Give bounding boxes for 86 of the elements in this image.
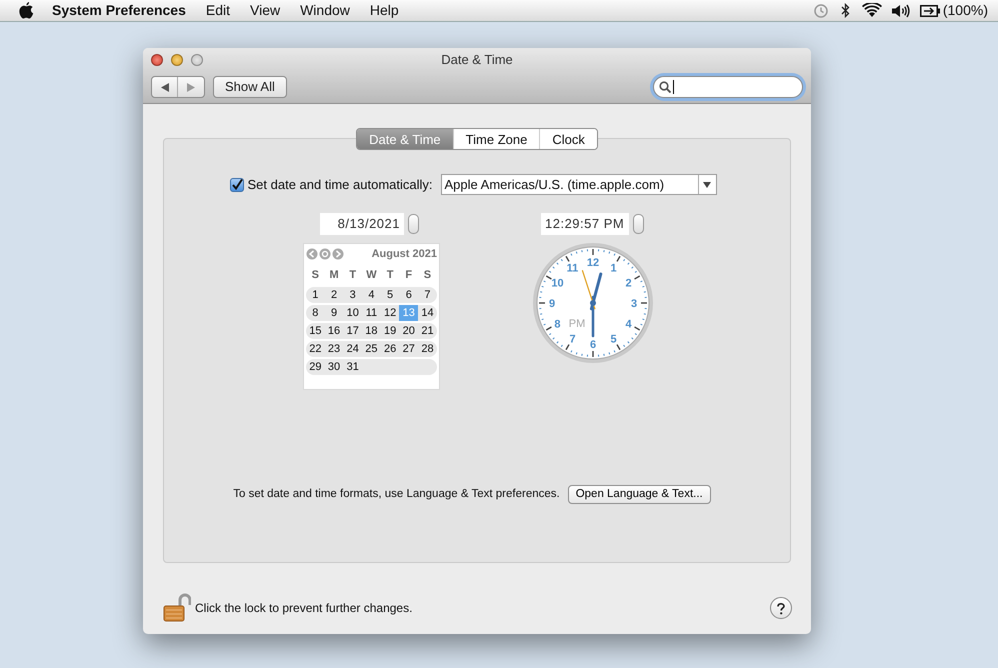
calendar-day[interactable]: 22 bbox=[306, 341, 325, 357]
lock-label: Click the lock to prevent further changes. bbox=[195, 600, 412, 617]
help-icon bbox=[777, 603, 785, 616]
app-menu[interactable]: System Preferences bbox=[52, 0, 186, 21]
calendar-day[interactable]: 23 bbox=[324, 341, 344, 357]
menu-item[interactable]: View bbox=[250, 0, 280, 21]
time-machine-icon[interactable] bbox=[812, 2, 829, 18]
bluetooth-icon[interactable] bbox=[840, 3, 850, 18]
close-button[interactable] bbox=[151, 54, 163, 66]
calendar-day[interactable]: 15 bbox=[306, 323, 325, 339]
weekday-label: W bbox=[365, 268, 378, 282]
weekday-label: F bbox=[404, 268, 414, 282]
date-stepper[interactable] bbox=[408, 214, 419, 234]
search-icon bbox=[659, 81, 671, 93]
apple-logo-icon[interactable] bbox=[19, 2, 34, 19]
calendar-day[interactable]: 10 bbox=[343, 305, 362, 321]
clock-numeral: 10 bbox=[551, 278, 564, 290]
weekday-label: T bbox=[386, 268, 394, 282]
auto-time-checkbox[interactable] bbox=[230, 178, 244, 192]
calendar-day[interactable]: 5 bbox=[380, 287, 400, 303]
clock-numeral: 1 bbox=[610, 262, 617, 274]
calendar-day[interactable]: 6 bbox=[399, 287, 418, 303]
dropdown-arrow-icon bbox=[703, 182, 711, 188]
calendar-day[interactable]: 19 bbox=[380, 323, 400, 339]
calendar-day[interactable]: 8 bbox=[306, 305, 325, 321]
calendar-day[interactable]: 3 bbox=[343, 287, 362, 303]
calendar-day[interactable]: 9 bbox=[324, 305, 344, 321]
clock-numeral: 9 bbox=[548, 298, 556, 310]
clock-numeral: 6 bbox=[590, 339, 596, 351]
calendar-month: August 2021 bbox=[372, 247, 437, 262]
show-all-button[interactable]: Show All bbox=[213, 76, 287, 98]
time-server-dropdown[interactable]: Apple Americas/U.S. (time.apple.com) bbox=[440, 174, 716, 195]
clock-numeral: 12 bbox=[586, 257, 600, 269]
calendar-day[interactable]: 2 bbox=[324, 287, 344, 303]
weekday-label: T bbox=[348, 268, 358, 282]
menu-item[interactable]: Window bbox=[300, 0, 350, 21]
search-field[interactable] bbox=[653, 76, 803, 98]
formats-note: To set date and time formats, use Language & Text preferences. bbox=[233, 486, 560, 502]
zoom-button[interactable] bbox=[191, 54, 203, 66]
calendar-day[interactable]: 25 bbox=[362, 341, 381, 357]
right-arrow-icon bbox=[187, 82, 195, 92]
clock-numeral: 7 bbox=[569, 334, 576, 346]
menu-item[interactable]: Help bbox=[370, 0, 399, 21]
date-field[interactable]: 8/13/2021 bbox=[320, 213, 404, 235]
calendar-day[interactable]: 16 bbox=[324, 323, 344, 339]
wifi-icon[interactable] bbox=[862, 3, 882, 18]
clock-numeral: 5 bbox=[610, 334, 617, 346]
calendar-day[interactable]: 7 bbox=[418, 287, 437, 303]
time-stepper[interactable] bbox=[633, 214, 644, 234]
help-button[interactable] bbox=[770, 597, 792, 619]
clock-numeral: 2 bbox=[625, 278, 632, 290]
window-title: Date & Time bbox=[441, 51, 513, 70]
calendar-day[interactable]: 20 bbox=[399, 323, 418, 339]
calendar-day[interactable]: 14 bbox=[418, 305, 437, 321]
calendar-day[interactable]: 29 bbox=[306, 359, 325, 375]
clock-numeral: 4 bbox=[625, 318, 632, 330]
auto-time-label: Set date and time automatically: bbox=[248, 176, 432, 194]
time-field[interactable]: 12:29:57 PM bbox=[541, 213, 629, 235]
clock-numeral: 3 bbox=[630, 298, 638, 310]
clock-numeral: 11 bbox=[566, 262, 578, 274]
am-pm-label: PM bbox=[568, 318, 586, 330]
calendar-day[interactable]: 27 bbox=[399, 341, 418, 357]
calendar-day[interactable]: 28 bbox=[418, 341, 437, 357]
padlock-icon[interactable] bbox=[163, 593, 191, 623]
weekday-label: M bbox=[328, 268, 340, 282]
battery-charging-icon[interactable] bbox=[920, 4, 940, 16]
calendar-day[interactable]: 11 bbox=[362, 305, 381, 321]
calendar-day[interactable]: 30 bbox=[324, 359, 344, 375]
calendar-day[interactable]: 12 bbox=[380, 305, 400, 321]
clock-numeral: 8 bbox=[554, 318, 561, 330]
battery-percentage: (100%) bbox=[942, 1, 988, 20]
calendar-day[interactable]: 17 bbox=[343, 323, 362, 339]
calendar-day[interactable]: 26 bbox=[380, 341, 400, 357]
left-arrow-icon bbox=[160, 82, 168, 92]
weekday-label: S bbox=[310, 268, 320, 282]
weekday-label: S bbox=[422, 268, 432, 282]
calendar-day[interactable]: 4 bbox=[362, 287, 381, 303]
minimize-button[interactable] bbox=[171, 54, 183, 66]
calendar-day[interactable]: 1 bbox=[306, 287, 325, 303]
calendar-day[interactable]: 21 bbox=[418, 323, 437, 339]
open-language-text-button[interactable]: Open Language & Text... bbox=[568, 485, 711, 504]
calendar-day[interactable]: 24 bbox=[343, 341, 362, 357]
calendar-day[interactable]: 31 bbox=[343, 359, 362, 375]
menu-item[interactable]: Edit bbox=[206, 0, 230, 21]
volume-icon[interactable] bbox=[892, 4, 910, 18]
calendar-day[interactable]: 18 bbox=[362, 323, 381, 339]
